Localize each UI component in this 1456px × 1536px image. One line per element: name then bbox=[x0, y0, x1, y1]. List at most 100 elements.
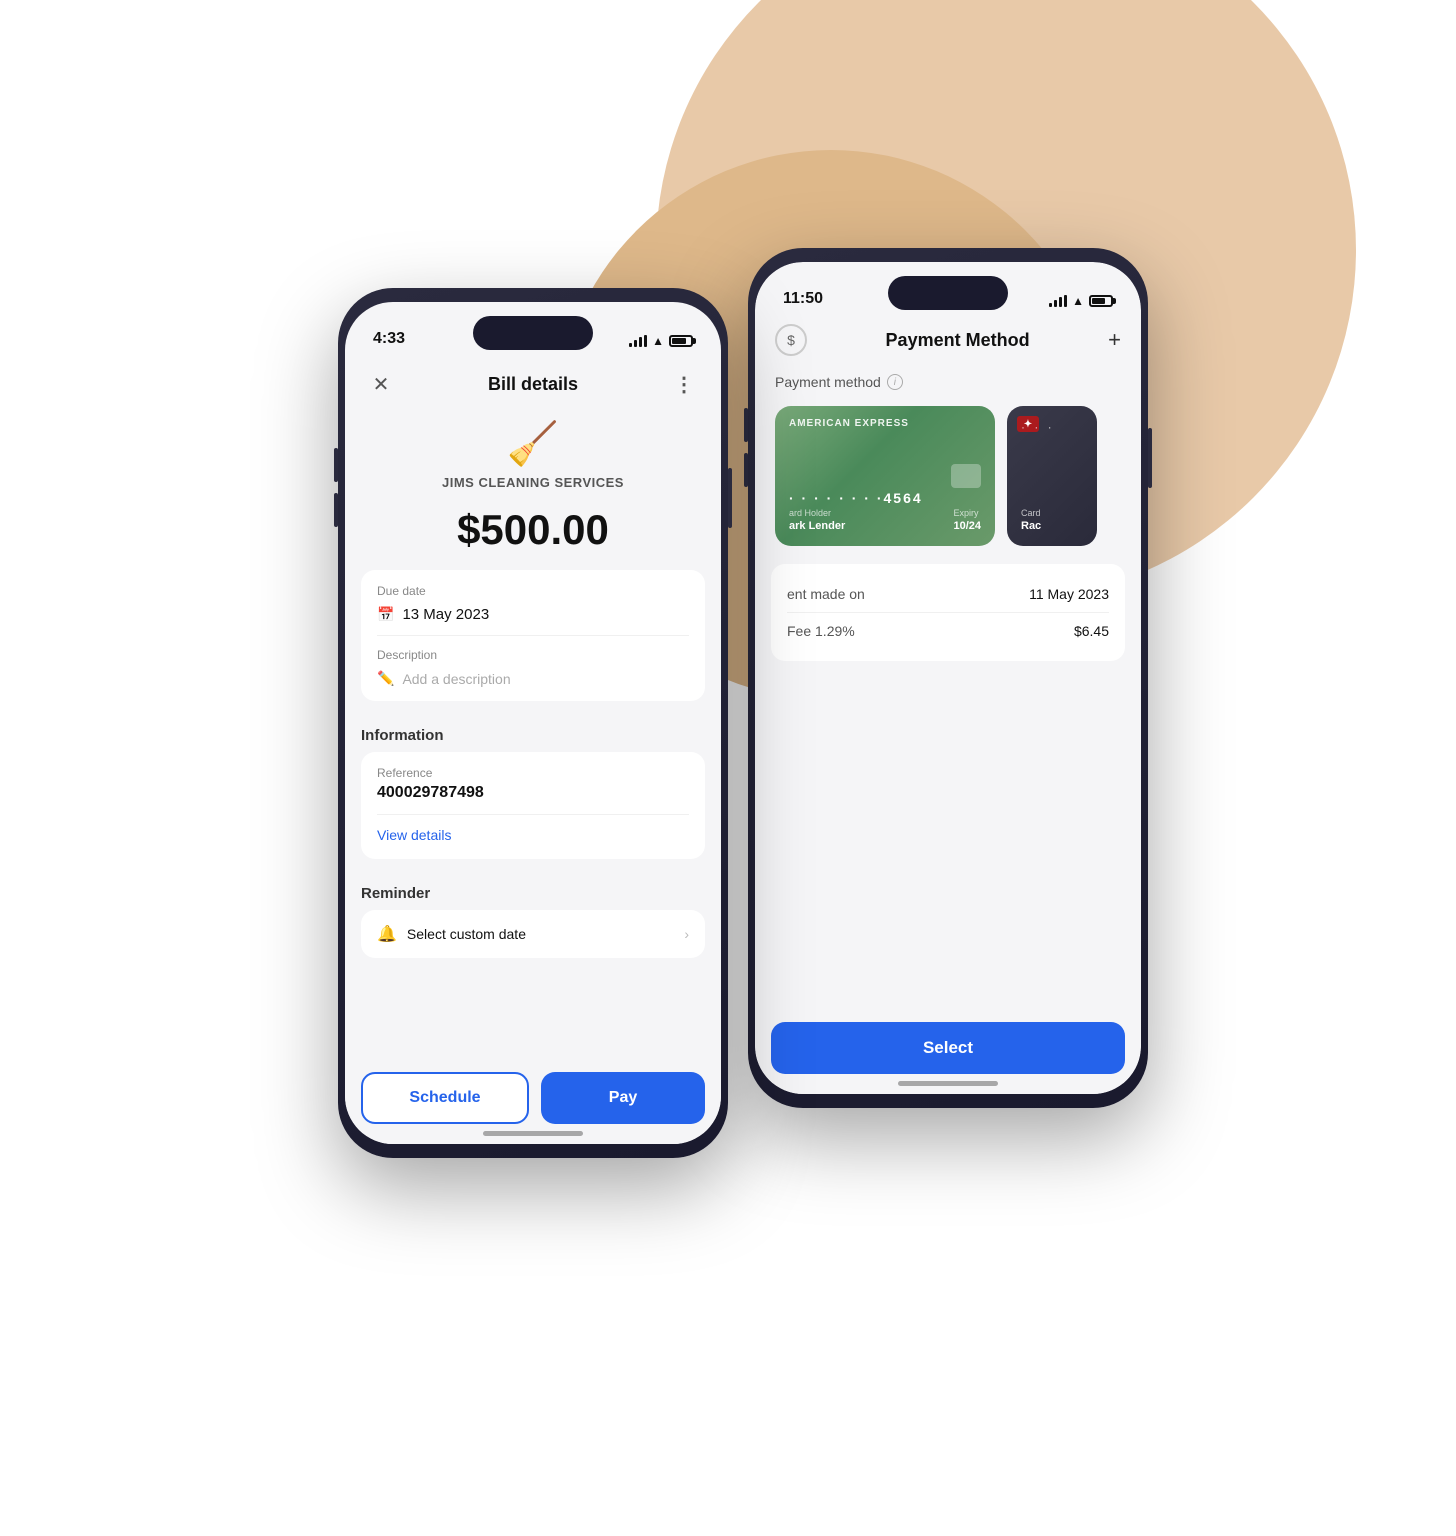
dynamic-island-front bbox=[473, 316, 593, 350]
pay-button[interactable]: Pay bbox=[541, 1072, 705, 1124]
card-holder-label: ard Holder bbox=[789, 508, 845, 518]
status-time-back: 11:50 bbox=[783, 290, 823, 308]
signal-icon-front bbox=[629, 335, 647, 347]
schedule-button[interactable]: Schedule bbox=[361, 1072, 529, 1124]
volume-up-btn bbox=[744, 408, 748, 442]
battery-icon-front bbox=[669, 335, 693, 347]
card-expiry-label: Expiry bbox=[953, 508, 981, 518]
payment-section-label: Payment method i bbox=[755, 366, 1141, 398]
card-expiry-info: Expiry 10/24 bbox=[953, 508, 981, 532]
due-date-label: Due date bbox=[377, 584, 689, 598]
reminder-text: Select custom date bbox=[407, 926, 526, 942]
due-date-card: Due date 📅 13 May 2023 Description ✏️ Ad… bbox=[361, 570, 705, 701]
reminder-card[interactable]: 🔔 Select custom date › bbox=[361, 910, 705, 958]
signal-bar-2 bbox=[1054, 300, 1057, 307]
card-amex-network: AMERICAN EXPRESS bbox=[789, 418, 909, 429]
reminder-section-header: Reminder bbox=[345, 869, 721, 910]
bill-screen: 4:33 ▲ bbox=[345, 302, 721, 1144]
payment-divider bbox=[787, 612, 1109, 613]
close-button[interactable]: ✕ bbox=[365, 368, 397, 400]
card-amex[interactable]: AMERICAN EXPRESS · · · · · · · ·4564 ard… bbox=[775, 406, 995, 546]
signal-icon-back bbox=[1049, 295, 1067, 307]
payment-info-section: ent made on 11 May 2023 Fee 1.29% $6.45 bbox=[771, 564, 1125, 661]
front-signal-bar-1 bbox=[629, 343, 632, 347]
card-holder-info: ard Holder ark Lender bbox=[789, 508, 845, 532]
more-dots-icon: ⋮ bbox=[674, 372, 696, 397]
info-icon[interactable]: i bbox=[887, 374, 903, 390]
status-icons-back: ▲ bbox=[1049, 294, 1113, 308]
card-dark[interactable]: ✦ · · · Card Rac bbox=[1007, 406, 1097, 546]
front-power-btn bbox=[728, 468, 732, 528]
fee-label: Fee 1.29% bbox=[787, 623, 855, 639]
signal-bar-3 bbox=[1059, 297, 1062, 307]
wifi-icon-back: ▲ bbox=[1072, 294, 1084, 308]
more-options-button[interactable]: ⋮ bbox=[669, 368, 701, 400]
payment-made-label: ent made on bbox=[787, 586, 865, 602]
bill-amount: $500.00 bbox=[345, 506, 721, 554]
due-date-value: 13 May 2023 bbox=[402, 606, 489, 623]
info-section-header: Information bbox=[345, 711, 721, 752]
merchant-avatar: 🧹 bbox=[507, 420, 559, 469]
home-indicator-back bbox=[898, 1081, 998, 1086]
fee-value: $6.45 bbox=[1074, 623, 1109, 639]
fee-row: Fee 1.29% $6.45 bbox=[787, 615, 1109, 647]
dollar-icon[interactable]: $ bbox=[775, 324, 807, 356]
bell-icon: 🔔 bbox=[377, 924, 397, 944]
card-chip bbox=[951, 464, 981, 488]
due-date-field: 📅 13 May 2023 bbox=[377, 606, 689, 623]
merchant-name: JIMS CLEANING SERVICES bbox=[442, 475, 624, 490]
front-vol-up-btn bbox=[334, 448, 338, 482]
payment-method-screen: $ Payment Method + Payment method i AMER… bbox=[755, 316, 1141, 1094]
payment-screen: 11:50 ▲ $ bbox=[755, 262, 1141, 1094]
battery-fill-front bbox=[672, 338, 686, 344]
field-divider bbox=[377, 635, 689, 636]
home-indicator-front bbox=[483, 1131, 583, 1136]
status-time-front: 4:33 bbox=[373, 330, 405, 348]
phones-container: 11:50 ▲ $ bbox=[278, 168, 1178, 1368]
reference-value: 400029787498 bbox=[377, 784, 689, 802]
bill-actions: Schedule Pay bbox=[345, 1072, 721, 1124]
battery-icon-back bbox=[1089, 295, 1113, 307]
payment-made-row: ent made on 11 May 2023 bbox=[787, 578, 1109, 610]
card-expiry-value: 10/24 bbox=[953, 520, 981, 532]
ref-divider bbox=[377, 814, 689, 815]
front-signal-bar-3 bbox=[639, 337, 642, 347]
card-info-row: ard Holder ark Lender Expiry 10/24 bbox=[789, 508, 981, 532]
bill-nav-title: Bill details bbox=[488, 374, 578, 395]
description-field[interactable]: ✏️ Add a description bbox=[377, 670, 689, 687]
front-signal-bar-2 bbox=[634, 340, 637, 347]
description-placeholder: Add a description bbox=[402, 671, 510, 687]
payment-nav: $ Payment Method + bbox=[755, 316, 1141, 366]
select-button[interactable]: Select bbox=[771, 1022, 1125, 1074]
volume-down-btn bbox=[744, 453, 748, 487]
select-btn-container: Select bbox=[771, 1022, 1125, 1074]
front-vol-down-btn bbox=[334, 493, 338, 527]
status-icons-front: ▲ bbox=[629, 334, 693, 348]
card-dark-name: Rac bbox=[1021, 520, 1041, 532]
calendar-icon: 📅 bbox=[377, 606, 394, 623]
phone-payment-method: 11:50 ▲ $ bbox=[748, 248, 1148, 1108]
signal-bar-4 bbox=[1064, 295, 1067, 307]
power-btn bbox=[1148, 428, 1152, 488]
view-details-link[interactable]: View details bbox=[377, 827, 451, 843]
signal-bar-1 bbox=[1049, 303, 1052, 307]
info-card: Reference 400029787498 View details bbox=[361, 752, 705, 859]
reminder-left: 🔔 Select custom date bbox=[377, 924, 526, 944]
front-signal-bar-4 bbox=[644, 335, 647, 347]
payment-made-date: 11 May 2023 bbox=[1029, 586, 1109, 602]
chevron-right-icon: › bbox=[684, 926, 689, 942]
merchant-section: 🧹 JIMS CLEANING SERVICES bbox=[345, 412, 721, 506]
add-card-icon[interactable]: + bbox=[1108, 327, 1121, 353]
bill-details-screen: ✕ Bill details ⋮ 🧹 JIMS CLEANING SERVICE… bbox=[345, 356, 721, 1144]
card-holder-name: ark Lender bbox=[789, 520, 845, 532]
battery-fill-back bbox=[1092, 298, 1105, 304]
reference-label: Reference bbox=[377, 766, 689, 780]
wifi-icon-front: ▲ bbox=[652, 334, 664, 348]
cards-scroll[interactable]: AMERICAN EXPRESS · · · · · · · ·4564 ard… bbox=[755, 398, 1141, 554]
close-icon: ✕ bbox=[373, 372, 390, 397]
description-label: Description bbox=[377, 648, 689, 662]
payment-nav-title: Payment Method bbox=[807, 330, 1108, 351]
pencil-icon: ✏️ bbox=[377, 670, 394, 687]
phone-bill-details: 4:33 ▲ bbox=[338, 288, 728, 1158]
card-dark-dots: · · · bbox=[1021, 420, 1055, 434]
